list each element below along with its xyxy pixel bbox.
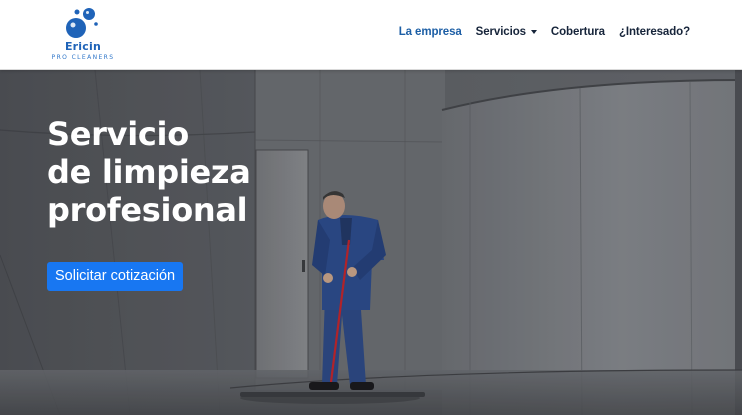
request-quote-button[interactable]: Solicitar cotización xyxy=(47,262,184,291)
brand-name: Ericin xyxy=(64,40,102,53)
nav-item-label: Cobertura xyxy=(550,26,605,38)
main-nav: La empresa Servicios Cobertura ¿Interesa… xyxy=(399,26,690,38)
hero-title: Servicio de limpieza profesional xyxy=(47,115,251,229)
hero-title-line: profesional xyxy=(47,191,248,229)
hero-title-line: Servicio xyxy=(47,115,189,153)
nav-item-la-empresa[interactable]: La empresa xyxy=(399,26,462,38)
caret-down-icon xyxy=(530,30,537,34)
nav-item-label: Servicios xyxy=(475,26,526,38)
site-header: Ericin PRO CLEANERS La empresa Servicios… xyxy=(0,0,742,70)
nav-item-label: La empresa xyxy=(398,26,462,38)
bubbles-logo-icon xyxy=(66,8,98,38)
nav-item-interesado[interactable]: ¿Interesado? xyxy=(619,26,690,38)
nav-item-label: ¿Interesado? xyxy=(618,26,690,38)
brand-tagline: PRO CLEANERS xyxy=(51,54,115,61)
nav-item-cobertura[interactable]: Cobertura xyxy=(551,26,605,38)
brand-logo[interactable]: Ericin PRO CLEANERS xyxy=(48,6,118,64)
nav-item-servicios[interactable]: Servicios xyxy=(476,26,537,38)
hero-title-line: de limpieza xyxy=(47,153,251,191)
hero-section: Servicio de limpieza profesional Solicit… xyxy=(0,70,742,415)
